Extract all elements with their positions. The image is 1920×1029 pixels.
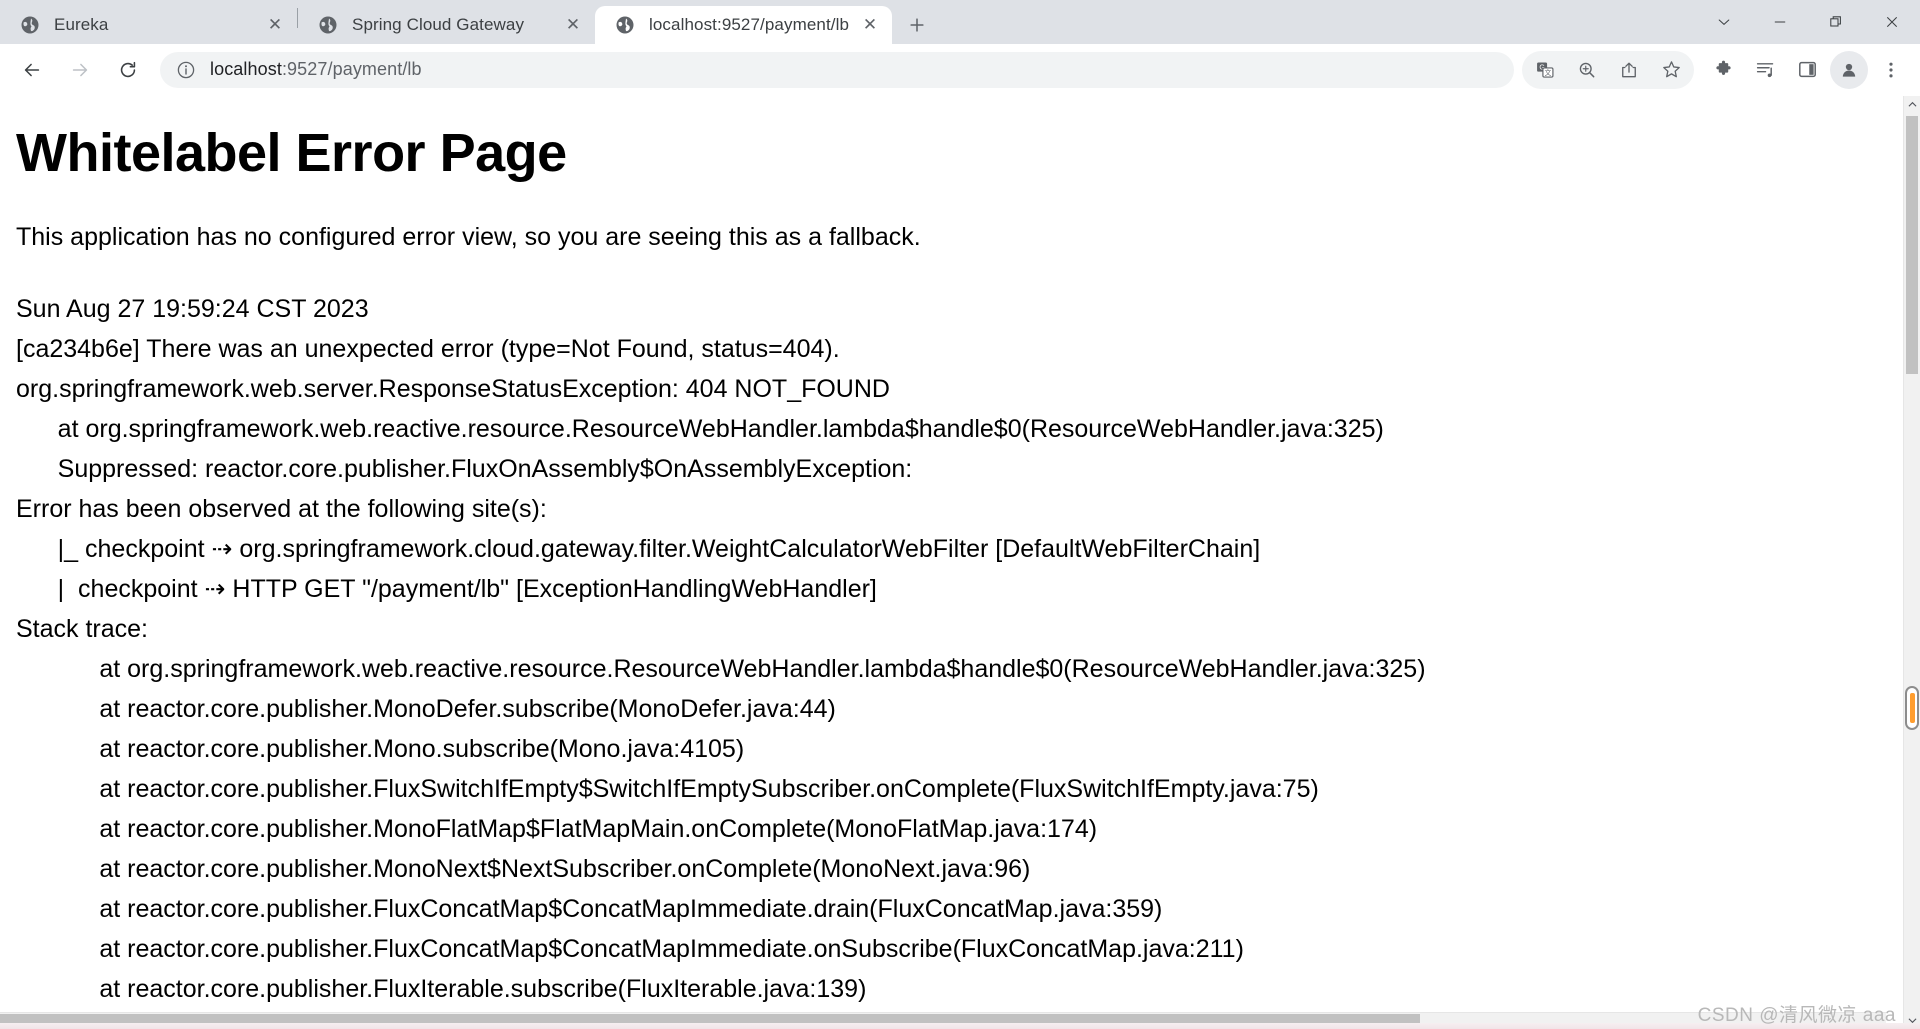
vertical-scrollbar-thumb[interactable]: [1906, 116, 1918, 374]
page-subtitle: This application has no configured error…: [16, 223, 921, 252]
share-icon[interactable]: [1610, 51, 1648, 89]
omnibox-action-group: G 文: [1522, 50, 1694, 89]
trace-line: at reactor.core.publisher.FluxConcatMap$…: [16, 935, 1244, 964]
extensions-puzzle-icon[interactable]: [1704, 51, 1742, 89]
trace-line: at reactor.core.publisher.FluxSwitchIfEm…: [16, 775, 1319, 804]
close-window-button[interactable]: [1864, 0, 1920, 44]
reload-button[interactable]: [108, 50, 148, 90]
tab-strip: Eureka ✕ Spring Cloud Gateway ✕ localhos…: [0, 0, 1920, 44]
url-text: localhost:9527/payment/lb: [210, 59, 422, 80]
page-viewport: Whitelabel Error Page This application h…: [0, 96, 1920, 1029]
browser-window: Eureka ✕ Spring Cloud Gateway ✕ localhos…: [0, 0, 1920, 1029]
trace-line: at reactor.core.publisher.MonoFlatMap$Fl…: [16, 815, 1098, 844]
maximize-button[interactable]: [1808, 0, 1864, 44]
globe-icon: [318, 15, 338, 35]
close-icon[interactable]: ✕: [263, 13, 287, 37]
close-icon: [1887, 17, 1897, 27]
side-panel-icon[interactable]: [1788, 51, 1826, 89]
close-icon[interactable]: ✕: [858, 13, 882, 37]
plus-icon: [910, 18, 924, 32]
vertical-scrollbar[interactable]: [1903, 96, 1920, 1029]
zoom-icon[interactable]: [1568, 51, 1606, 89]
browser-tab-eureka[interactable]: Eureka ✕: [0, 6, 297, 44]
trace-line: at reactor.core.publisher.FluxConcatMap$…: [16, 895, 1163, 924]
scroll-up-arrow-icon[interactable]: [1904, 96, 1920, 113]
forward-button[interactable]: [60, 50, 100, 90]
trace-line: |_ checkpoint ⇢ org.springframework.clou…: [16, 535, 1261, 564]
url-path: :9527/payment/lb: [281, 59, 422, 79]
trace-line: at reactor.core.publisher.Mono.subscribe…: [16, 735, 745, 764]
new-tab-button[interactable]: [900, 8, 934, 42]
tab-title: Spring Cloud Gateway: [352, 15, 525, 34]
tab-title: Eureka: [54, 15, 109, 34]
info-circle-icon[interactable]: [176, 60, 196, 80]
page-title: Whitelabel Error Page: [16, 123, 567, 183]
arrow-right-icon: [72, 63, 88, 76]
browser-toolbar: localhost:9527/payment/lb G 文: [0, 44, 1920, 96]
trace-line: org.springframework.web.server.ResponseS…: [16, 375, 890, 404]
trace-line: at org.springframework.web.reactive.reso…: [16, 655, 1426, 684]
address-bar[interactable]: localhost:9527/payment/lb: [160, 51, 1514, 88]
error-stack-trace: Sun Aug 27 19:59:24 CST 2023 [ca234b6e] T…: [16, 289, 1903, 1009]
close-icon[interactable]: ✕: [561, 13, 585, 37]
window-controls: [1696, 0, 1920, 44]
browser-tab-spring-cloud-gateway[interactable]: Spring Cloud Gateway ✕: [298, 6, 595, 44]
tab-search-button[interactable]: [1696, 0, 1752, 44]
trace-line: at reactor.core.publisher.MonoNext$NextS…: [16, 855, 1031, 884]
trace-line: | checkpoint ⇢ HTTP GET "/payment/lb" [E…: [16, 575, 877, 604]
globe-icon: [20, 15, 40, 35]
globe-icon: [615, 15, 635, 35]
chevron-down-icon: [1718, 19, 1730, 25]
browser-tab-localhost-payment-lb[interactable]: localhost:9527/payment/lb ✕: [595, 6, 892, 44]
trace-line: Error has been observed at the following…: [16, 495, 547, 524]
restore-icon: [1830, 16, 1841, 27]
back-button[interactable]: [12, 50, 52, 90]
trace-line: at reactor.core.publisher.FluxIterable.s…: [16, 975, 867, 1004]
scroll-position-marker[interactable]: [1905, 686, 1919, 730]
translate-icon[interactable]: G 文: [1526, 51, 1564, 89]
minimize-button[interactable]: [1752, 0, 1808, 44]
trace-line: at reactor.core.publisher.MonoDefer.subs…: [16, 695, 836, 724]
arrow-left-icon: [24, 63, 40, 76]
three-dot-menu-icon[interactable]: [1872, 51, 1910, 89]
taskbar-edge: [0, 1023, 1920, 1029]
url-host: localhost: [210, 59, 282, 79]
trace-line: Sun Aug 27 19:59:24 CST 2023: [16, 295, 369, 324]
trace-line: at org.springframework.web.reactive.reso…: [16, 415, 1384, 444]
profile-avatar-icon[interactable]: [1830, 50, 1868, 89]
whitelabel-error-page: Whitelabel Error Page This application h…: [0, 96, 1903, 1029]
reload-icon: [120, 61, 136, 77]
trace-line: [ca234b6e] There was an unexpected error…: [16, 335, 840, 364]
trace-line: Stack trace:: [16, 615, 148, 644]
svg-text:文: 文: [1545, 68, 1552, 77]
tab-title: localhost:9527/payment/lb: [649, 15, 850, 34]
toolbar-icons: G 文: [1522, 50, 1912, 89]
media-playlist-icon[interactable]: [1746, 51, 1784, 89]
bookmark-star-icon[interactable]: [1652, 51, 1690, 89]
minimize-icon: [1774, 21, 1786, 23]
trace-line: Suppressed: reactor.core.publisher.FluxO…: [16, 455, 920, 484]
